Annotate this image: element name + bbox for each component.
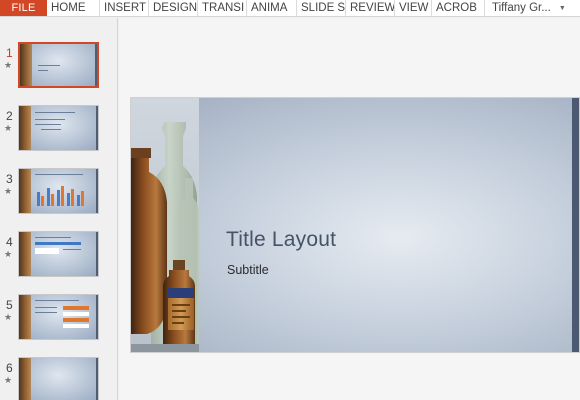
slide-editing-canvas[interactable]: Title Layout Subtitle bbox=[119, 18, 580, 400]
chevron-down-icon[interactable]: ▼ bbox=[559, 5, 566, 12]
slide-thumbnail-image[interactable] bbox=[18, 42, 99, 88]
slide-thumbnail-image[interactable] bbox=[18, 231, 99, 277]
slide-subtitle[interactable]: Subtitle bbox=[227, 263, 269, 277]
slide-thumbnail-3[interactable]: 3 ★ bbox=[0, 168, 118, 228]
slide-number: 6 bbox=[6, 361, 13, 375]
user-account[interactable]: Tiffany Gr... ▼ bbox=[485, 0, 566, 16]
slide-number: 2 bbox=[6, 109, 13, 123]
tab-transitions[interactable]: TRANSI bbox=[198, 0, 247, 16]
slide-thumbnail-4[interactable]: 4 ★ bbox=[0, 231, 118, 291]
slide-title[interactable]: Title Layout bbox=[226, 228, 336, 252]
slide-thumbnail-1[interactable]: 1 ★ bbox=[0, 42, 118, 102]
slide-thumbnail-image[interactable] bbox=[18, 294, 99, 340]
tab-view[interactable]: VIEW bbox=[395, 0, 432, 16]
slide-number: 1 bbox=[6, 46, 13, 60]
slide-thumbnail-image[interactable] bbox=[18, 105, 99, 151]
animation-star-icon: ★ bbox=[4, 249, 13, 259]
tab-file[interactable]: FILE bbox=[0, 0, 47, 16]
slide-thumbnail-pane[interactable]: 1 ★ 2 ★ 3 ★ 4 ★ 5 ★ 6 ★ bbox=[0, 18, 118, 400]
animation-star-icon: ★ bbox=[4, 312, 13, 322]
slide-number: 4 bbox=[6, 235, 13, 249]
tab-home[interactable]: HOME bbox=[47, 0, 100, 16]
slide-thumbnail-5[interactable]: 5 ★ bbox=[0, 294, 118, 354]
animation-star-icon: ★ bbox=[4, 123, 13, 133]
tab-insert[interactable]: INSERT bbox=[100, 0, 149, 16]
tab-review[interactable]: REVIEW bbox=[346, 0, 395, 16]
slide-thumbnail-image[interactable] bbox=[18, 168, 99, 214]
tab-acrobat[interactable]: ACROB bbox=[432, 0, 485, 16]
slide-thumbnail-image[interactable] bbox=[18, 357, 99, 400]
slide-number: 3 bbox=[6, 172, 13, 186]
tab-animations[interactable]: ANIMA bbox=[247, 0, 297, 16]
slide-accent-bar bbox=[572, 98, 579, 352]
tab-design[interactable]: DESIGN bbox=[149, 0, 198, 16]
bottles-illustration bbox=[131, 122, 199, 352]
slide-thumbnail-2[interactable]: 2 ★ bbox=[0, 105, 118, 165]
user-name: Tiffany Gr... bbox=[492, 2, 551, 14]
slide-number: 5 bbox=[6, 298, 13, 312]
powerpoint-window: FILE HOME INSERT DESIGN TRANSI ANIMA SLI… bbox=[0, 0, 580, 400]
animation-star-icon: ★ bbox=[4, 60, 13, 70]
slide-thumbnail-6[interactable]: 6 ★ bbox=[0, 357, 118, 400]
current-slide[interactable]: Title Layout Subtitle bbox=[130, 97, 580, 353]
tab-slideshow[interactable]: SLIDE S bbox=[297, 0, 346, 16]
animation-star-icon: ★ bbox=[4, 375, 13, 385]
ribbon-tab-bar: FILE HOME INSERT DESIGN TRANSI ANIMA SLI… bbox=[0, 0, 580, 17]
bottles-photo bbox=[131, 98, 199, 352]
animation-star-icon: ★ bbox=[4, 186, 13, 196]
